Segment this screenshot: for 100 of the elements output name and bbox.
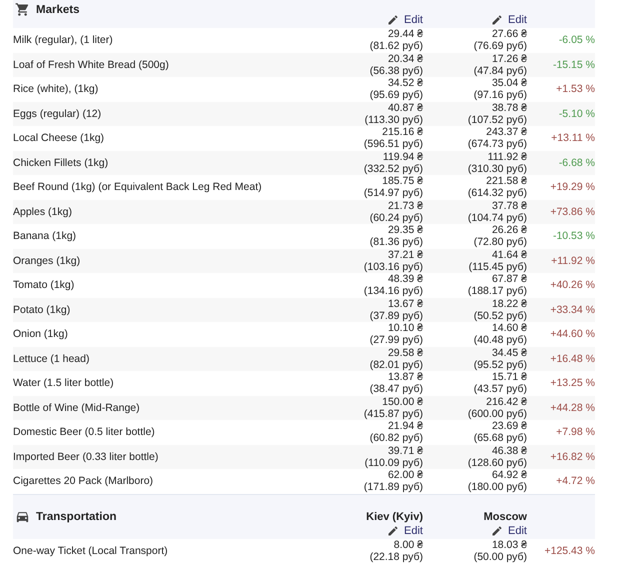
price-converted: (171.89 руб) — [362, 481, 423, 494]
price-converted: (27.99 руб) — [368, 334, 423, 346]
item-name: Loaf of Fresh White Bread (500g) — [13, 58, 170, 71]
price-converted: (95.52 руб) — [472, 358, 527, 371]
edit-link[interactable]: Edit — [491, 14, 527, 26]
percent-change: +19.29 % — [549, 181, 595, 194]
percent-change: +73.86 % — [549, 206, 595, 218]
price-converted: (37.89 руб) — [368, 310, 423, 322]
percent-change: +11.92 % — [550, 254, 595, 267]
price-value: 221.58 ₴ — [485, 175, 527, 188]
edit-link[interactable]: Edit — [387, 524, 423, 536]
price-value: 21.73 ₴ — [386, 200, 423, 212]
pencil-icon — [387, 14, 400, 26]
price-value: 10.10 ₴ — [386, 322, 423, 334]
item-name: Eggs (regular) (12) — [13, 108, 102, 120]
price-value: 38.78 ₴ — [490, 102, 527, 114]
price-value: 15.71 ₴ — [490, 371, 527, 384]
item-name: Potato (1kg) — [13, 304, 72, 316]
price-value: 37.21 ₴ — [386, 248, 423, 261]
edit-link[interactable]: Edit — [387, 14, 423, 26]
price-value: 40.87 ₴ — [386, 102, 423, 114]
price-converted: (674.73 руб) — [466, 138, 527, 150]
price-value: 14.60 ₴ — [490, 322, 527, 334]
price-converted: (107.52 руб) — [466, 114, 527, 126]
percent-change: +4.72 % — [555, 475, 595, 488]
price-converted: (81.36 руб) — [368, 236, 423, 248]
price-value: 18.22 ₴ — [490, 298, 527, 310]
item-name: Cigarettes 20 Pack (Marlboro) — [13, 475, 154, 488]
cart-icon — [15, 2, 30, 17]
price-converted: (596.51 руб) — [362, 138, 423, 150]
item-name: Oranges (1kg) — [13, 254, 82, 267]
price-converted: (110.09 руб) — [364, 456, 423, 469]
price-converted: (76.69 руб) — [472, 40, 527, 52]
price-converted: (134.16 руб) — [362, 285, 423, 298]
item-name: Rice (white), (1kg) — [13, 83, 100, 96]
edit-link[interactable]: Edit — [491, 524, 527, 536]
pencil-icon — [491, 524, 504, 536]
price-value: 34.52 ₴ — [386, 77, 423, 90]
price-value: 41.64 ₴ — [490, 248, 527, 261]
price-value: 185.75 ₴ — [381, 175, 423, 188]
price-value: 18.03 ₴ — [490, 538, 527, 551]
price-value: 13.87 ₴ — [386, 371, 423, 384]
item-name: Lettuce (1 head) — [13, 352, 90, 365]
item-name: Local Cheese (1kg) — [13, 132, 106, 144]
price-converted: (103.16 руб) — [362, 260, 423, 273]
item-name: Apples (1kg) — [13, 206, 73, 218]
price-converted: (128.60 руб) — [466, 456, 527, 469]
price-converted: (332.52 руб) — [362, 162, 423, 175]
percent-change: +125.43 % — [543, 544, 595, 557]
price-converted: (514.97 руб) — [362, 187, 423, 200]
price-converted: (56.38 руб) — [368, 64, 423, 77]
price-value: 216.42 ₴ — [485, 396, 527, 408]
price-converted: (82.01 руб) — [368, 358, 423, 371]
percent-change: +44.28 % — [549, 402, 595, 414]
price-converted: (95.69 руб) — [368, 89, 423, 102]
price-value: 34.45 ₴ — [490, 346, 527, 359]
price-converted: (113.30 руб) — [364, 114, 423, 126]
percent-change: +44.60 % — [549, 328, 595, 340]
price-value: 26.26 ₴ — [490, 224, 527, 236]
city-heading: Kiev (Kyiv) — [366, 510, 423, 522]
item-name: Onion (1kg) — [13, 328, 69, 340]
percent-change: +13.11 % — [550, 132, 595, 144]
price-converted: (47.84 руб) — [472, 64, 527, 77]
price-converted: (97.16 руб) — [472, 89, 527, 102]
item-name: Bottle of Wine (Mid-Range) — [13, 402, 141, 414]
price-value: 20.34 ₴ — [386, 52, 423, 65]
item-name: Water (1.5 liter bottle) — [13, 377, 115, 390]
percent-change: -6.68 % — [558, 156, 595, 169]
price-value: 37.78 ₴ — [490, 200, 527, 212]
percent-change: +16.82 % — [549, 450, 595, 463]
item-name: Imported Beer (0.33 liter bottle) — [13, 450, 160, 463]
percent-change: +7.98 % — [555, 426, 595, 438]
pencil-icon — [491, 14, 504, 26]
price-value: 243.37 ₴ — [485, 126, 527, 138]
price-value: 48.39 ₴ — [386, 273, 423, 286]
item-name: Milk (regular), (1 liter) — [13, 34, 114, 46]
car-icon — [15, 509, 30, 524]
city-heading: Moscow — [484, 510, 527, 522]
price-converted: (115.45 руб) — [468, 260, 527, 273]
price-converted: (188.17 руб) — [466, 285, 527, 298]
price-converted: (60.82 руб) — [368, 432, 423, 444]
price-value: 111.92 ₴ — [486, 150, 527, 163]
price-value: 27.66 ₴ — [490, 28, 527, 40]
price-converted: (310.30 руб) — [466, 162, 527, 175]
percent-change: +13.25 % — [549, 377, 595, 390]
item-name: Chicken Fillets (1kg) — [13, 156, 110, 169]
price-converted: (60.24 руб) — [368, 212, 423, 224]
price-value: 29.58 ₴ — [386, 346, 423, 359]
price-value: 35.04 ₴ — [490, 77, 527, 90]
percent-change: -6.05 % — [558, 34, 595, 46]
item-name: Tomato (1kg) — [13, 279, 76, 292]
price-converted: (104.74 руб) — [466, 212, 527, 224]
price-converted: (614.32 руб) — [466, 187, 527, 200]
price-value: 13.67 ₴ — [386, 298, 423, 310]
price-value: 23.69 ₴ — [490, 420, 527, 432]
pencil-icon — [387, 524, 400, 536]
price-value: 215.16 ₴ — [381, 126, 423, 138]
price-value: 64.92 ₴ — [490, 469, 527, 482]
price-converted: (600.00 руб) — [466, 408, 527, 420]
percent-change: +40.26 % — [549, 279, 595, 292]
